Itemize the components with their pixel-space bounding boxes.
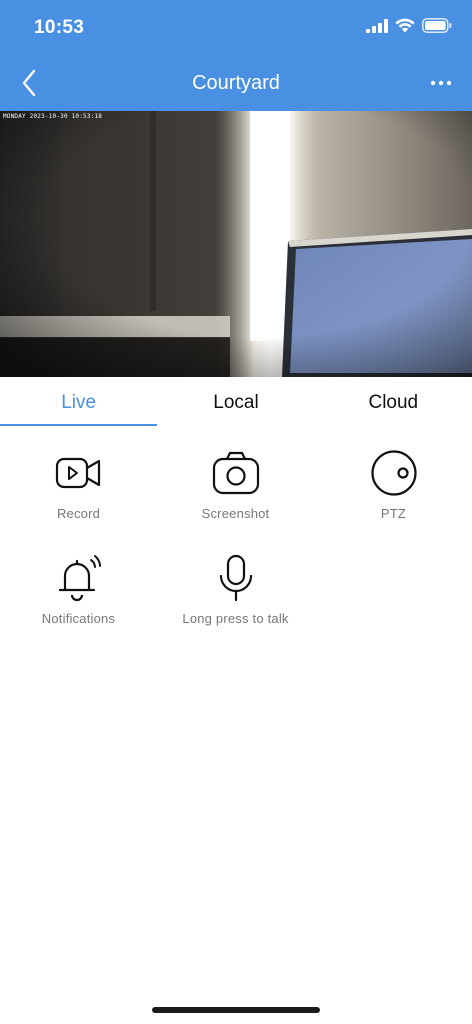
wifi-icon bbox=[395, 18, 415, 33]
talk-button[interactable]: Long press to talk bbox=[157, 553, 314, 626]
bell-icon bbox=[58, 555, 101, 602]
screenshot-label: Screenshot bbox=[201, 506, 270, 521]
video-timestamp: MONDAY 2023-10-30 10:53:18 bbox=[3, 113, 103, 120]
home-indicator[interactable] bbox=[152, 1007, 320, 1013]
status-time: 10:53 bbox=[34, 17, 85, 38]
header: 10:53 Courtyard bbox=[0, 0, 472, 111]
more-button[interactable] bbox=[426, 70, 456, 96]
talk-label: Long press to talk bbox=[182, 611, 289, 626]
video-camera-icon bbox=[55, 457, 100, 489]
status-icons bbox=[366, 18, 452, 33]
tab-live[interactable]: Live bbox=[0, 377, 157, 427]
more-icon bbox=[430, 80, 452, 86]
record-label: Record bbox=[56, 506, 101, 521]
tab-bar: Live Local Cloud bbox=[0, 377, 472, 427]
live-video-feed[interactable]: MONDAY 2023-10-30 10:53:18 bbox=[0, 111, 472, 377]
ptz-icon bbox=[370, 450, 417, 496]
ptz-label: PTZ bbox=[380, 506, 407, 521]
page-title: Courtyard bbox=[192, 72, 280, 94]
microphone-icon bbox=[219, 554, 252, 602]
camera-icon bbox=[212, 451, 259, 495]
tab-cloud[interactable]: Cloud bbox=[315, 377, 472, 427]
ptz-button[interactable]: PTZ bbox=[315, 448, 472, 521]
battery-icon bbox=[422, 18, 452, 33]
camera-image bbox=[0, 111, 472, 377]
active-tab-indicator bbox=[0, 424, 157, 426]
record-button[interactable]: Record bbox=[0, 448, 157, 521]
cellular-signal-icon bbox=[366, 18, 388, 33]
tab-local[interactable]: Local bbox=[157, 377, 314, 427]
screenshot-button[interactable]: Screenshot bbox=[157, 448, 314, 521]
notifications-button[interactable]: Notifications bbox=[0, 553, 157, 626]
notifications-label: Notifications bbox=[41, 611, 116, 626]
